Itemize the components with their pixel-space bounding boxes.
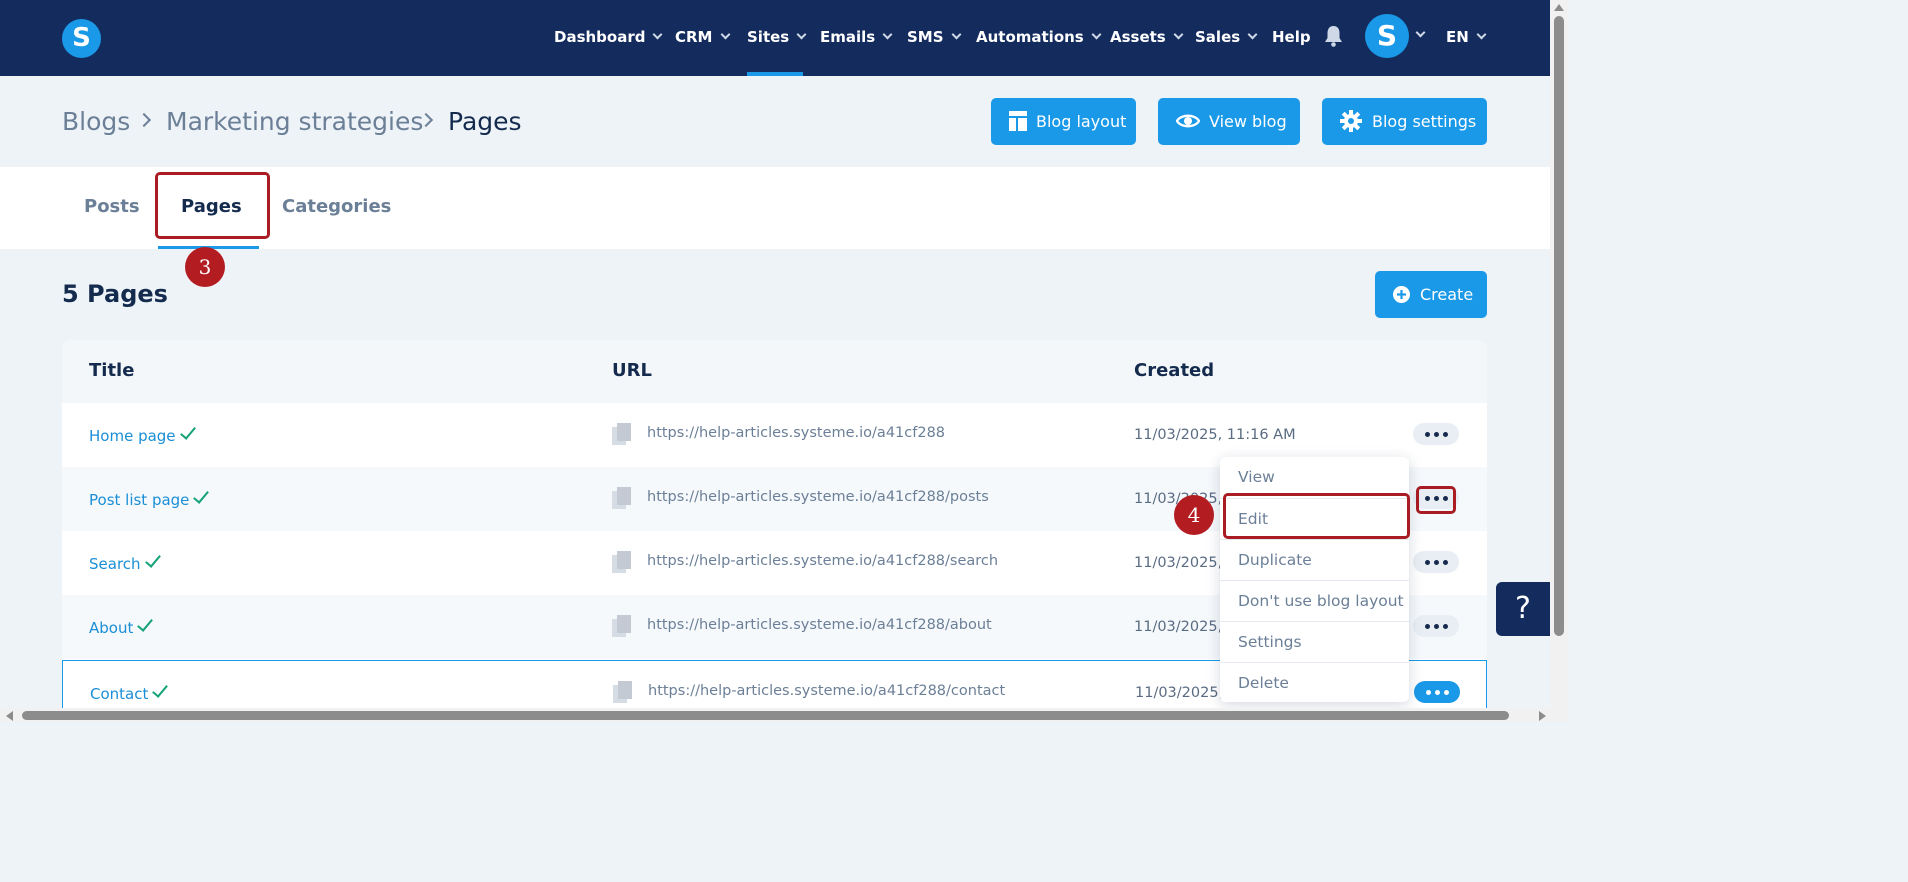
blog-settings-button[interactable]: Blog settings xyxy=(1322,98,1487,145)
highlight-box-step-3 xyxy=(155,172,270,239)
layout-icon xyxy=(1009,111,1027,131)
chevron-down-icon xyxy=(882,29,893,40)
menu-item-settings[interactable]: Settings xyxy=(1220,621,1409,662)
page-title-link[interactable]: Contact xyxy=(90,681,169,703)
scroll-up-arrow-icon[interactable] xyxy=(1554,4,1564,11)
nav-sales[interactable]: Sales xyxy=(1195,26,1258,50)
nav-emails[interactable]: Emails xyxy=(820,26,893,50)
menu-item-dont-use-blog-layout[interactable]: Don't use blog layout xyxy=(1220,580,1409,621)
chevron-down-icon xyxy=(951,29,961,40)
chevron-down-icon xyxy=(1247,29,1258,40)
help-button[interactable]: ? xyxy=(1496,582,1550,636)
page-title-link[interactable]: Search xyxy=(89,551,161,573)
page-url: https://help-articles.systeme.io/a41cf28… xyxy=(647,617,992,633)
menu-item-view[interactable]: View xyxy=(1220,457,1409,498)
more-actions-button[interactable] xyxy=(1414,681,1460,703)
page-url: https://help-articles.systeme.io/a41cf28… xyxy=(647,425,946,441)
user-avatar[interactable]: S xyxy=(1365,14,1409,58)
horizontal-scroll-thumb[interactable] xyxy=(22,711,1509,720)
vertical-scroll-thumb[interactable] xyxy=(1554,16,1564,636)
copy-icon[interactable] xyxy=(612,615,631,637)
nav-sms[interactable]: SMS xyxy=(907,26,961,50)
tab-posts[interactable]: Posts xyxy=(84,195,140,219)
step-badge-3: 3 xyxy=(185,247,225,287)
chevron-down-icon xyxy=(1173,29,1184,40)
check-icon xyxy=(193,487,210,504)
page-url: https://help-articles.systeme.io/a41cf28… xyxy=(647,553,999,569)
nav-assets[interactable]: Assets xyxy=(1110,26,1184,50)
create-button[interactable]: Create xyxy=(1375,271,1487,318)
check-icon xyxy=(152,681,169,698)
chevron-down-icon xyxy=(720,29,730,40)
chevron-down-icon xyxy=(653,29,663,40)
table-header: Title URL Created xyxy=(62,340,1487,403)
page-title-link[interactable]: Home page xyxy=(89,423,196,445)
eye-icon xyxy=(1176,114,1200,128)
breadcrumb-blogs[interactable]: Blogs xyxy=(62,106,130,138)
top-navbar: S Dashboard CRM Sites Emails SMS Automat… xyxy=(0,0,1550,76)
chevron-down-icon xyxy=(796,29,807,40)
plus-circle-icon xyxy=(1393,286,1410,303)
nav-automations[interactable]: Automations xyxy=(976,26,1102,50)
gear-icon xyxy=(1340,110,1362,132)
check-icon xyxy=(179,423,196,440)
menu-item-duplicate[interactable]: Duplicate xyxy=(1220,539,1409,580)
chevron-down-icon[interactable] xyxy=(1415,27,1426,38)
page-title-link[interactable]: Post list page xyxy=(89,487,210,509)
step-badge-4: 4 xyxy=(1174,495,1214,535)
breadcrumb-current: Pages xyxy=(448,107,522,136)
bell-icon[interactable] xyxy=(1324,25,1343,47)
copy-icon[interactable] xyxy=(612,423,631,445)
menu-item-delete[interactable]: Delete xyxy=(1220,662,1409,703)
view-blog-button[interactable]: View blog xyxy=(1158,98,1300,145)
nav-crm[interactable]: CRM xyxy=(675,26,730,50)
page-title-link[interactable]: About xyxy=(89,615,154,637)
chevron-down-icon xyxy=(1476,29,1487,40)
more-actions-button[interactable] xyxy=(1413,423,1459,445)
page-url: https://help-articles.systeme.io/a41cf28… xyxy=(647,489,989,505)
column-title: Title xyxy=(89,360,135,381)
tab-categories[interactable]: Categories xyxy=(282,195,391,219)
more-actions-button[interactable] xyxy=(1413,615,1459,637)
highlight-box-more-actions xyxy=(1416,486,1456,514)
blog-layout-button[interactable]: Blog layout xyxy=(991,98,1136,145)
language-selector[interactable]: EN xyxy=(1446,26,1487,50)
scroll-right-arrow-icon[interactable] xyxy=(1539,711,1546,721)
more-actions-button[interactable] xyxy=(1413,551,1459,573)
chevron-right-icon xyxy=(136,112,152,128)
chevron-down-icon xyxy=(1091,29,1102,40)
systeme-logo[interactable]: S xyxy=(62,19,101,58)
page-url: https://help-articles.systeme.io/a41cf28… xyxy=(648,683,1006,699)
page-created: 11/03/2025, 11:16 AM xyxy=(1134,427,1296,443)
pages-count-title: 5 Pages xyxy=(62,280,168,308)
nav-dashboard[interactable]: Dashboard xyxy=(554,26,663,50)
highlight-box-step-4 xyxy=(1223,493,1410,539)
nav-help[interactable]: Help xyxy=(1272,26,1311,50)
copy-icon[interactable] xyxy=(613,681,632,703)
nav-active-indicator xyxy=(747,72,803,76)
breadcrumb-blog[interactable]: Marketing strategies xyxy=(166,106,423,138)
copy-icon[interactable] xyxy=(612,487,631,509)
nav-sites[interactable]: Sites xyxy=(747,26,807,50)
check-icon xyxy=(137,615,154,632)
copy-icon[interactable] xyxy=(612,551,631,573)
scroll-left-arrow-icon[interactable] xyxy=(6,711,13,721)
column-url: URL xyxy=(612,360,652,381)
column-created: Created xyxy=(1134,360,1215,381)
check-icon xyxy=(144,551,161,568)
